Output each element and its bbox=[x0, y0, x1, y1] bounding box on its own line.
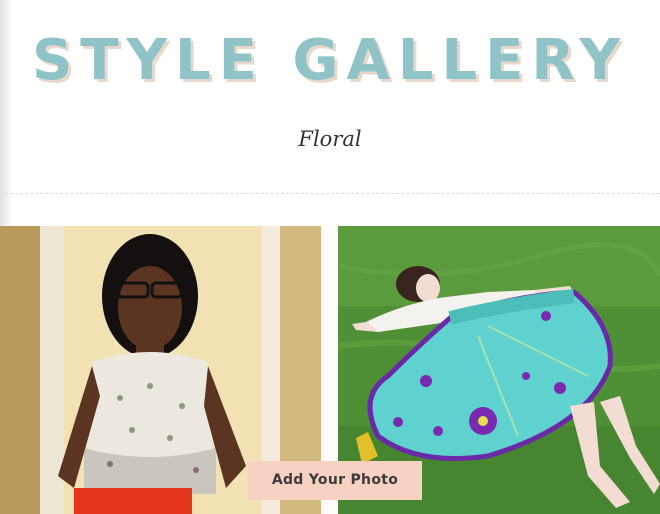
page-title: STYLE GALLERY bbox=[31, 28, 629, 93]
section-divider bbox=[0, 193, 660, 194]
category-subtitle: Floral bbox=[298, 127, 362, 151]
add-your-photo-button[interactable]: Add Your Photo bbox=[248, 461, 422, 500]
